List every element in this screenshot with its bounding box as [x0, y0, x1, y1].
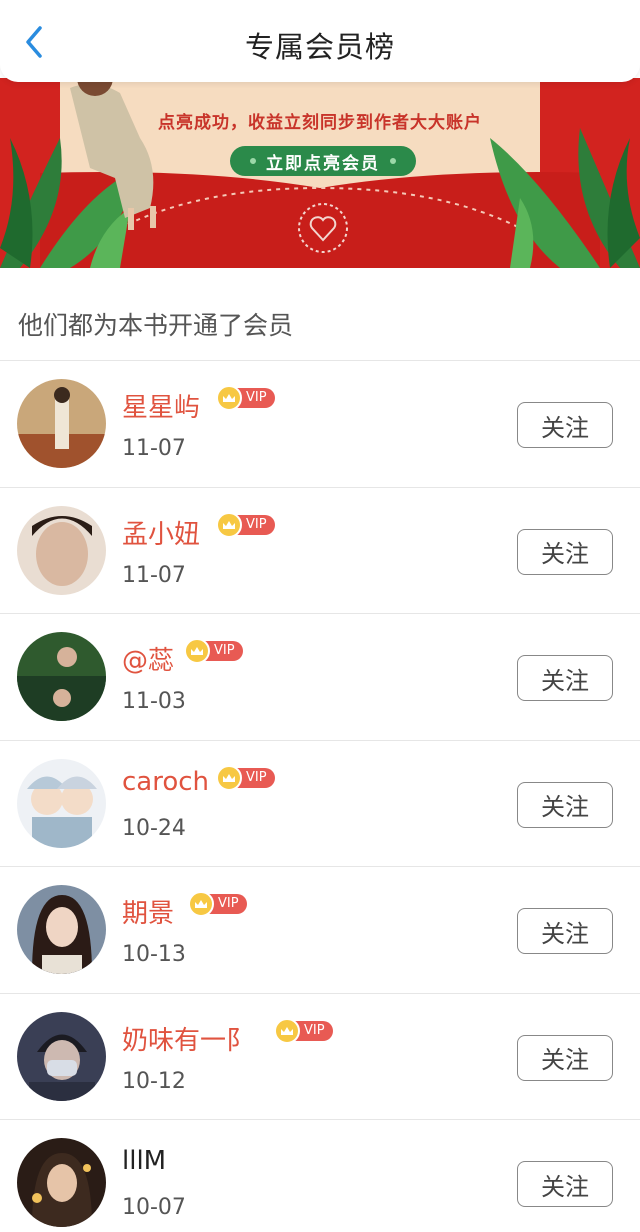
- member-name[interactable]: 期景: [122, 893, 174, 930]
- join-date: 11-03: [122, 689, 186, 714]
- list-item[interactable]: 期景 VIP 10-13 关注: [0, 867, 640, 994]
- top-bar: 专属会员榜: [0, 0, 640, 82]
- vip-badge: VIP: [216, 764, 275, 791]
- avatar[interactable]: [17, 885, 106, 974]
- avatar[interactable]: [17, 1011, 106, 1101]
- follow-button[interactable]: 关注: [517, 402, 613, 448]
- crown-icon: [216, 385, 242, 411]
- vip-badge: VIP: [216, 511, 275, 538]
- follow-button[interactable]: 关注: [517, 1034, 613, 1081]
- join-date: 11-07: [122, 436, 186, 461]
- join-date: 11-07: [122, 562, 186, 588]
- page-title: 专属会员榜: [244, 30, 395, 64]
- crown-icon: [188, 891, 214, 917]
- list-item[interactable]: @蕊 VIP 11-03 关注: [0, 614, 640, 741]
- crown-icon: [184, 638, 210, 664]
- follow-button[interactable]: 关注: [517, 1161, 613, 1207]
- crown-icon: [216, 764, 242, 791]
- member-name[interactable]: @蕊: [122, 640, 174, 677]
- join-date: 10-13: [122, 942, 186, 967]
- follow-button[interactable]: 关注: [517, 655, 613, 701]
- section-title: 他们都为本书开通了会员: [18, 311, 294, 340]
- member-name[interactable]: 星星屿: [122, 387, 200, 424]
- avatar[interactable]: [17, 379, 106, 468]
- join-date: 10-07: [122, 1195, 186, 1220]
- avatar[interactable]: [17, 1138, 106, 1227]
- crown-icon: [274, 1017, 300, 1044]
- member-name[interactable]: caroch: [122, 767, 209, 797]
- avatar[interactable]: [17, 632, 106, 721]
- list-item[interactable]: 奶味有一阝 VIP 10-12 关注: [0, 994, 640, 1120]
- join-date: 10-24: [122, 815, 186, 841]
- list-item[interactable]: caroch VIP 10-24 关注: [0, 741, 640, 867]
- crown-icon: [216, 511, 242, 538]
- list-item[interactable]: lllM 10-07 关注: [0, 1120, 640, 1232]
- avatar[interactable]: [17, 758, 106, 848]
- avatar[interactable]: [17, 505, 106, 595]
- member-name[interactable]: lllM: [122, 1146, 166, 1176]
- promo-banner[interactable]: 点亮成功，收益立刻同步到作者大大账户 立即点亮会员: [0, 78, 640, 268]
- member-name[interactable]: 孟小妞: [122, 514, 200, 551]
- dot-decoration: [250, 158, 256, 164]
- vip-badge: VIP: [216, 385, 275, 411]
- join-date: 10-12: [122, 1068, 186, 1094]
- banner-message: 点亮成功，收益立刻同步到作者大大账户: [158, 113, 482, 133]
- list-item[interactable]: 孟小妞 VIP 11-07 关注: [0, 488, 640, 614]
- follow-button[interactable]: 关注: [517, 781, 613, 828]
- member-list: 星星屿 VIP 11-07 关注 孟小妞 VIP 11-07 关注 @蕊 VIP…: [0, 360, 640, 1232]
- vip-badge: VIP: [188, 891, 247, 917]
- list-item[interactable]: 星星屿 VIP 11-07 关注: [0, 361, 640, 488]
- vip-badge: VIP: [274, 1017, 333, 1044]
- follow-button[interactable]: 关注: [517, 908, 613, 954]
- dot-decoration: [390, 158, 396, 164]
- follow-button[interactable]: 关注: [517, 528, 613, 575]
- banner-button-label: 立即点亮会员: [266, 153, 380, 174]
- member-name[interactable]: 奶味有一阝: [122, 1020, 252, 1057]
- vip-badge: VIP: [184, 638, 243, 664]
- light-up-membership-button[interactable]: 立即点亮会员: [230, 146, 416, 176]
